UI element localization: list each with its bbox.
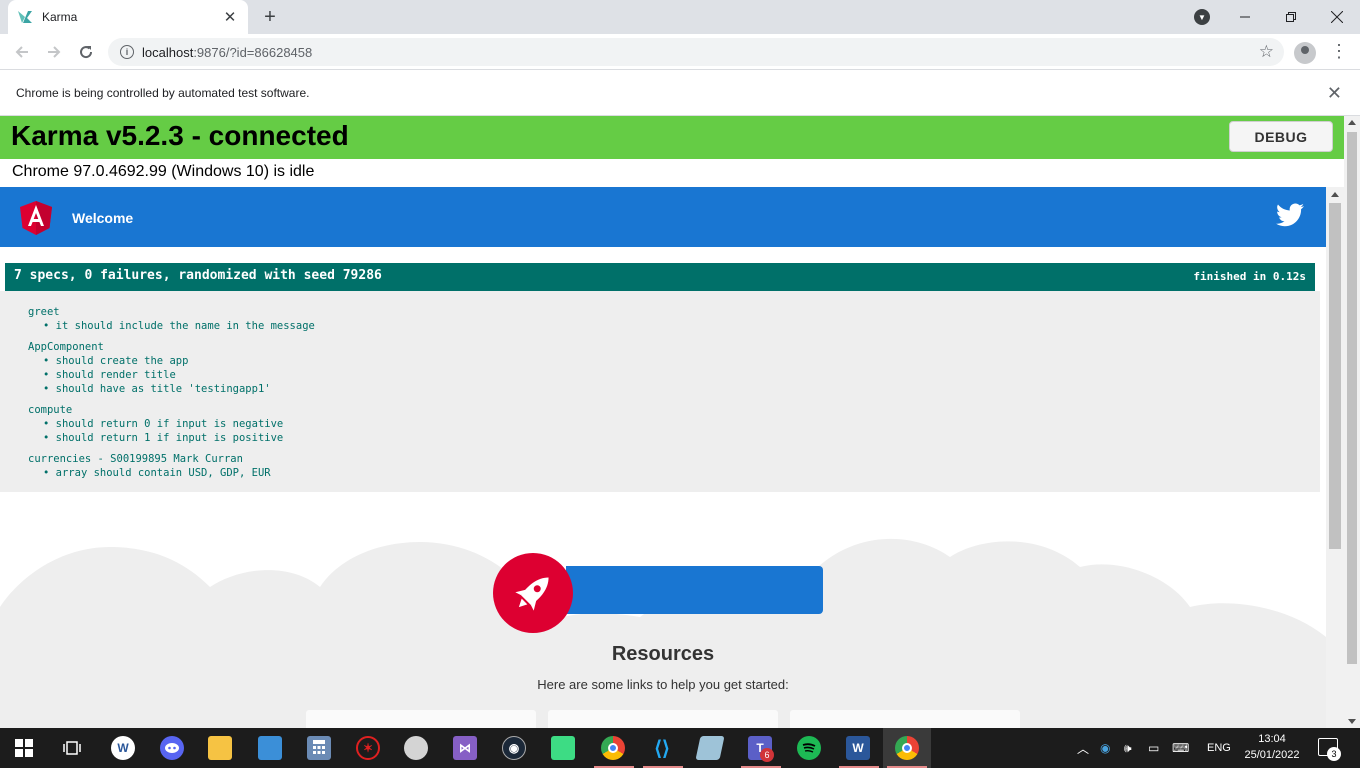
karma-title: Karma v5.2.3 - connected [11, 120, 349, 151]
suite: currencies - S00199895 Mark Curran array… [28, 452, 1292, 480]
infobar-close-icon[interactable]: ✕ [1327, 83, 1342, 104]
word-icon[interactable]: W [846, 736, 870, 760]
site-info-icon[interactable]: i [120, 45, 134, 59]
cloud-background [0, 538, 1326, 728]
language-indicator[interactable]: ENG [1207, 728, 1231, 768]
notification-count: 3 [1327, 747, 1341, 761]
forward-button[interactable] [40, 38, 68, 66]
clock-date: 25/01/2022 [1244, 749, 1300, 761]
visual-studio-icon[interactable]: ⋈ [453, 736, 477, 760]
spec[interactable]: should return 0 if input is negative [28, 417, 1292, 431]
chrome-menu-icon[interactable]: ⋮ [1330, 40, 1348, 64]
jasmine-duration: finished in 0.12s [1193, 270, 1306, 283]
scroll-down-arrow-icon[interactable] [1348, 719, 1356, 724]
suite-name[interactable]: currencies - S00199895 Mark Curran [28, 452, 1292, 466]
control-panel-icon[interactable] [258, 736, 282, 760]
resource-card[interactable] [789, 709, 1021, 728]
new-tab-button[interactable]: + [258, 5, 282, 29]
spec[interactable]: should return 1 if input is positive [28, 431, 1292, 445]
suite: compute should return 0 if input is nega… [28, 403, 1292, 445]
spec[interactable]: it should include the name in the messag… [28, 319, 1292, 333]
twitter-icon[interactable] [1276, 203, 1304, 227]
chrome-icon[interactable] [601, 736, 625, 760]
test-context-frame: Welcome 7 specs, 0 failures, randomized … [0, 187, 1344, 728]
volume-icon[interactable]: 🕪 [1124, 728, 1132, 768]
back-button[interactable] [8, 38, 36, 66]
resources-subtitle: Here are some links to help you get star… [537, 677, 789, 692]
scroll-up-arrow-icon[interactable] [1348, 120, 1356, 125]
frame-scroll-up-icon[interactable] [1331, 192, 1339, 197]
suite-name[interactable]: greet [28, 305, 1292, 319]
tab-search-icon[interactable]: ▼ [1194, 9, 1210, 25]
angular-logo-icon [20, 201, 52, 235]
rocket-banner [566, 566, 823, 614]
spotify-icon[interactable] [797, 736, 821, 760]
chrome-active-icon[interactable] [895, 736, 919, 760]
notepad-icon[interactable] [695, 736, 725, 760]
karma-favicon-icon [18, 9, 34, 25]
suite: greet it should include the name in the … [28, 305, 1292, 333]
paint-icon[interactable] [404, 736, 428, 760]
steam-icon[interactable]: ◉ [502, 736, 526, 760]
tab-title: Karma [42, 10, 78, 24]
url-host: localhost [142, 44, 194, 60]
spec[interactable]: should render title [28, 368, 1292, 382]
reload-button[interactable] [72, 38, 100, 66]
address-bar[interactable]: i localhost:9876/?id=86628458 ☆ [108, 38, 1284, 66]
calculator-icon[interactable] [307, 736, 331, 760]
suite: AppComponent should create the app shoul… [28, 340, 1292, 396]
suite-name[interactable]: compute [28, 403, 1292, 417]
spec[interactable]: should create the app [28, 354, 1292, 368]
jasmine-summary[interactable]: 7 specs, 0 failures, randomized with see… [14, 268, 382, 283]
bookmark-star-icon[interactable]: ☆ [1259, 42, 1274, 62]
resource-card[interactable] [547, 709, 779, 728]
infobar-text: Chrome is being controlled by automated … [16, 85, 310, 100]
minimize-button[interactable] [1222, 0, 1268, 34]
profile-avatar-icon[interactable] [1294, 42, 1316, 64]
close-window-button[interactable] [1314, 0, 1360, 34]
word-doc-icon[interactable]: W [111, 736, 135, 760]
app-toolbar: Welcome [0, 187, 1326, 247]
karma-banner: Karma v5.2.3 - connected DEBUG [0, 116, 1344, 159]
android-studio-icon[interactable] [551, 736, 575, 760]
browser-toolbar: i localhost:9876/?id=86628458 ☆ ⋮ [0, 34, 1360, 70]
browser-status: Chrome 97.0.4692.99 (Windows 10) is idle [12, 163, 315, 180]
tab-close-icon[interactable]: ✕ [222, 9, 238, 26]
page-scrollbar[interactable] [1344, 116, 1360, 728]
tab-strip: Karma ✕ + ▼ [0, 0, 1360, 34]
frame-scrollbar[interactable] [1326, 187, 1344, 728]
file-explorer-icon[interactable] [208, 736, 232, 760]
game-icon[interactable]: ✶ [356, 736, 380, 760]
rocket-icon [515, 577, 549, 611]
resources-title: Resources [611, 643, 715, 665]
keyboard-icon[interactable]: ⌨ [1172, 728, 1189, 768]
clock[interactable]: 13:04 25/01/2022 [1240, 731, 1304, 763]
windows-taskbar: W ✶ ⋈ ◉ ⟨⟩ T 6 W ︿ ◉ 🕪 ▭ ⌨ ENG 13:04 25/… [0, 728, 1360, 768]
network-app-icon[interactable]: ◉ [1100, 728, 1110, 768]
rocket-badge [493, 553, 573, 633]
automation-infobar: Chrome is being controlled by automated … [0, 70, 1360, 116]
resource-card[interactable] [305, 709, 537, 728]
clock-time: 13:04 [1258, 733, 1286, 745]
spec[interactable]: should have as title 'testingapp1' [28, 382, 1292, 396]
spec-results: greet it should include the name in the … [0, 291, 1320, 492]
debug-button[interactable]: DEBUG [1229, 121, 1333, 152]
browser-tab-karma[interactable]: Karma ✕ [8, 0, 248, 34]
url-path: :9876/?id=86628458 [193, 44, 313, 60]
task-view-icon[interactable] [60, 736, 84, 760]
restore-button[interactable] [1268, 0, 1314, 34]
network-icon[interactable]: ▭ [1148, 728, 1159, 768]
windows-start-icon[interactable] [12, 736, 36, 760]
spec[interactable]: array should contain USD, GDP, EUR [28, 466, 1292, 480]
vscode-icon[interactable]: ⟨⟩ [650, 736, 674, 760]
frame-scrollbar-thumb[interactable] [1329, 203, 1341, 549]
app-toolbar-title: Welcome [72, 210, 134, 226]
suite-name[interactable]: AppComponent [28, 340, 1292, 354]
teams-badge: 6 [760, 748, 774, 762]
scrollbar-thumb[interactable] [1347, 132, 1357, 664]
jasmine-summary-bar: 7 specs, 0 failures, randomized with see… [5, 263, 1315, 291]
discord-icon[interactable] [160, 736, 184, 760]
tray-chevron-icon[interactable]: ︿ [1077, 728, 1089, 768]
